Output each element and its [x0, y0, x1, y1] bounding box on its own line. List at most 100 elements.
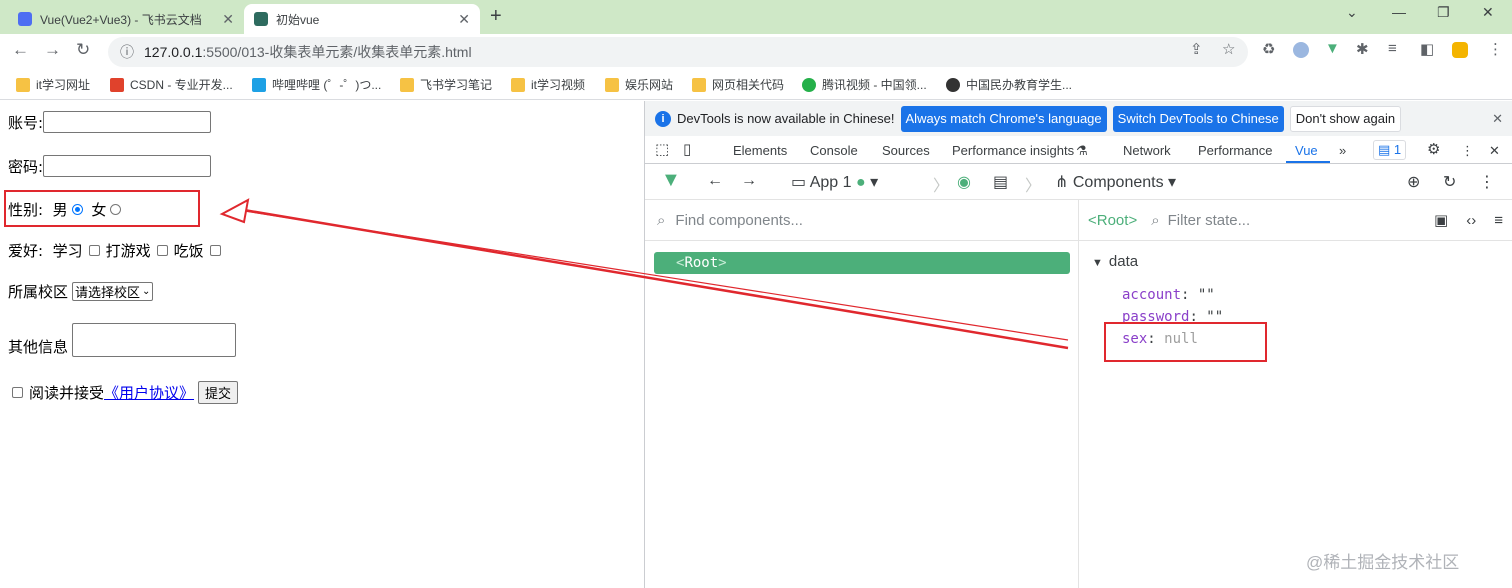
tab-feishu-doc[interactable]: Vue(Vue2+Vue3) - 飞书云文档 ✕: [8, 4, 244, 34]
password-label: 密码:: [8, 157, 44, 176]
devtools-menu-icon[interactable]: ⋮: [1461, 143, 1474, 159]
minimize-icon[interactable]: —: [1392, 4, 1406, 20]
agreement-link[interactable]: 《用户协议》: [104, 382, 194, 403]
components-selector[interactable]: ⋔ Components ▾: [1055, 172, 1176, 192]
app-selector[interactable]: ▭ App 1 ● ▾: [791, 172, 878, 192]
agree-checkbox[interactable]: [12, 387, 23, 398]
submit-button[interactable]: 提交: [198, 381, 239, 404]
bookmark-item[interactable]: 中国民办教育学生...: [946, 76, 1072, 93]
refresh-icon[interactable]: ↻: [1443, 172, 1456, 192]
page-favicon-icon: [254, 12, 268, 26]
password-input[interactable]: [43, 155, 212, 177]
dont-show-again-button[interactable]: Don't show again: [1289, 105, 1402, 132]
folder-icon: [605, 77, 619, 92]
device-toolbar-icon[interactable]: ▯: [683, 140, 691, 158]
extension-icon[interactable]: [1293, 42, 1309, 58]
back-icon[interactable]: ←: [12, 40, 29, 60]
tab-network[interactable]: Network: [1123, 143, 1171, 158]
expand-all-icon[interactable]: ≡: [1494, 212, 1503, 229]
find-components-row[interactable]: ⌕ Find components...: [645, 200, 1078, 241]
tab-vue[interactable]: Vue: [1295, 143, 1318, 158]
tab-init-vue[interactable]: 初始vue ✕: [244, 4, 480, 34]
bilibili-icon: [252, 77, 266, 92]
find-components-input[interactable]: Find components...: [675, 212, 803, 229]
reload-icon[interactable]: ↻: [76, 40, 90, 60]
tab-strip: Vue(Vue2+Vue3) - 飞书云文档 ✕ 初始vue ✕ + ⌄ — ❐…: [0, 0, 1512, 34]
root-component-item[interactable]: < Root >: [654, 252, 1070, 274]
media-control-icon[interactable]: ≡: [1388, 40, 1397, 57]
bookmark-item[interactable]: it学习网址: [16, 76, 90, 93]
hobby-eat-checkbox[interactable]: [209, 245, 221, 256]
vue-devtools-extension-icon[interactable]: ▼: [1325, 40, 1340, 57]
folder-icon: [692, 77, 706, 92]
close-window-icon[interactable]: ✕: [1482, 4, 1494, 21]
browser-toolbar: ← → ↻ ⓘ 127.0.0.1:5500/013-收集表单元素/收集表单元素…: [0, 34, 1512, 70]
bookmark-item[interactable]: it学习视频: [511, 76, 585, 93]
tab-performance[interactable]: Performance: [1198, 143, 1272, 158]
components-label: Components: [1072, 174, 1164, 191]
close-infobar-icon[interactable]: ✕: [1492, 111, 1503, 127]
new-tab-button[interactable]: +: [490, 5, 502, 28]
switch-chinese-button[interactable]: Switch DevTools to Chinese: [1112, 105, 1284, 132]
bookmark-item[interactable]: 娱乐网站: [605, 76, 673, 93]
other-info-textarea[interactable]: [72, 323, 237, 357]
close-tab-icon[interactable]: ✕: [222, 11, 234, 28]
match-language-button[interactable]: Always match Chrome's language: [900, 105, 1107, 132]
campus-select[interactable]: 请选择校区 ⌄: [72, 282, 154, 301]
timeline-icon[interactable]: ▤: [993, 172, 1008, 192]
profile-avatar[interactable]: [1452, 42, 1468, 58]
close-devtools-icon[interactable]: ✕: [1489, 143, 1500, 159]
more-tabs-icon[interactable]: »: [1339, 143, 1346, 158]
share-icon[interactable]: ⇪: [1190, 40, 1203, 58]
recycle-extension-icon[interactable]: ♻: [1262, 40, 1275, 58]
bookmark-item[interactable]: 哔哩哔哩 (゜-゜)つ...: [252, 76, 381, 93]
bookmark-item[interactable]: CSDN - 专业开发...: [110, 76, 233, 93]
bookmark-label: 飞书学习笔记: [420, 78, 493, 92]
bookmark-item[interactable]: 网页相关代码: [692, 76, 784, 93]
campus-select-value: 请选择校区: [75, 286, 141, 301]
filter-state-input[interactable]: Filter state...: [1168, 212, 1251, 229]
bookmark-star-icon[interactable]: ☆: [1222, 40, 1235, 58]
state-row-account[interactable]: account: "": [1122, 287, 1215, 303]
account-row: 账号:: [8, 111, 212, 133]
forward-arrow-icon[interactable]: →: [741, 172, 757, 190]
inspect-element-icon[interactable]: ⬚: [655, 140, 669, 158]
state-inspector-pane: <Root> ⌕ Filter state... ▣ ‹› ≡ ▼ data ac…: [1079, 200, 1512, 588]
tab-search-icon[interactable]: ⌄: [1346, 4, 1358, 21]
devtools-tab-bar: ⬚ ▯ Elements Console Sources Performance…: [645, 136, 1512, 164]
devtools-panel: i DevTools is now available in Chinese! …: [644, 101, 1512, 588]
back-arrow-icon[interactable]: ←: [707, 172, 723, 190]
doc-favicon-icon: [18, 12, 32, 26]
restore-icon[interactable]: ❐: [1437, 4, 1450, 21]
site-info-icon[interactable]: ⓘ: [120, 42, 134, 62]
compass-icon[interactable]: ◉: [957, 172, 971, 192]
address-bar[interactable]: ⓘ 127.0.0.1:5500/013-收集表单元素/收集表单元素.html: [108, 37, 1248, 67]
vue-menu-icon[interactable]: ⋮: [1479, 172, 1495, 192]
hobby-game-checkbox[interactable]: [156, 245, 168, 256]
tab-performance-insights[interactable]: Performance insights: [952, 143, 1074, 158]
component-tree-pane: ⌕ Find components... < Root >: [645, 200, 1079, 588]
account-input[interactable]: [43, 111, 212, 133]
data-section-label: data: [1108, 253, 1139, 270]
code-icon[interactable]: ‹›: [1466, 212, 1476, 229]
bookmark-item[interactable]: 飞书学习笔记: [400, 76, 492, 93]
target-select-icon[interactable]: ⊕: [1407, 172, 1420, 192]
forward-icon[interactable]: →: [44, 40, 61, 60]
tab-elements[interactable]: Elements: [733, 143, 787, 158]
issues-badge[interactable]: ▤ 1: [1373, 140, 1407, 160]
menu-kebab-icon[interactable]: ⋮: [1488, 40, 1503, 58]
data-section-header[interactable]: ▼ data: [1092, 253, 1138, 270]
settings-gear-icon[interactable]: ⚙: [1427, 140, 1440, 158]
tab-console[interactable]: Console: [810, 143, 858, 158]
campus-row: 所属校区 请选择校区 ⌄: [8, 281, 154, 302]
password-row: 密码:: [8, 155, 212, 177]
close-tab-icon[interactable]: ✕: [458, 11, 470, 28]
bookmarks-bar: it学习网址 CSDN - 专业开发... 哔哩哔哩 (゜-゜)つ... 飞书学…: [0, 70, 1512, 100]
side-panel-icon[interactable]: ◧: [1420, 40, 1434, 58]
puzzle-extensions-icon[interactable]: ✱: [1356, 40, 1369, 58]
open-in-editor-icon[interactable]: ▣: [1434, 211, 1448, 229]
state-value: "": [1197, 287, 1215, 303]
hobby-study-checkbox[interactable]: [88, 245, 100, 256]
tab-sources[interactable]: Sources: [882, 143, 930, 158]
bookmark-item[interactable]: 腾讯视频 - 中国领...: [802, 76, 927, 93]
